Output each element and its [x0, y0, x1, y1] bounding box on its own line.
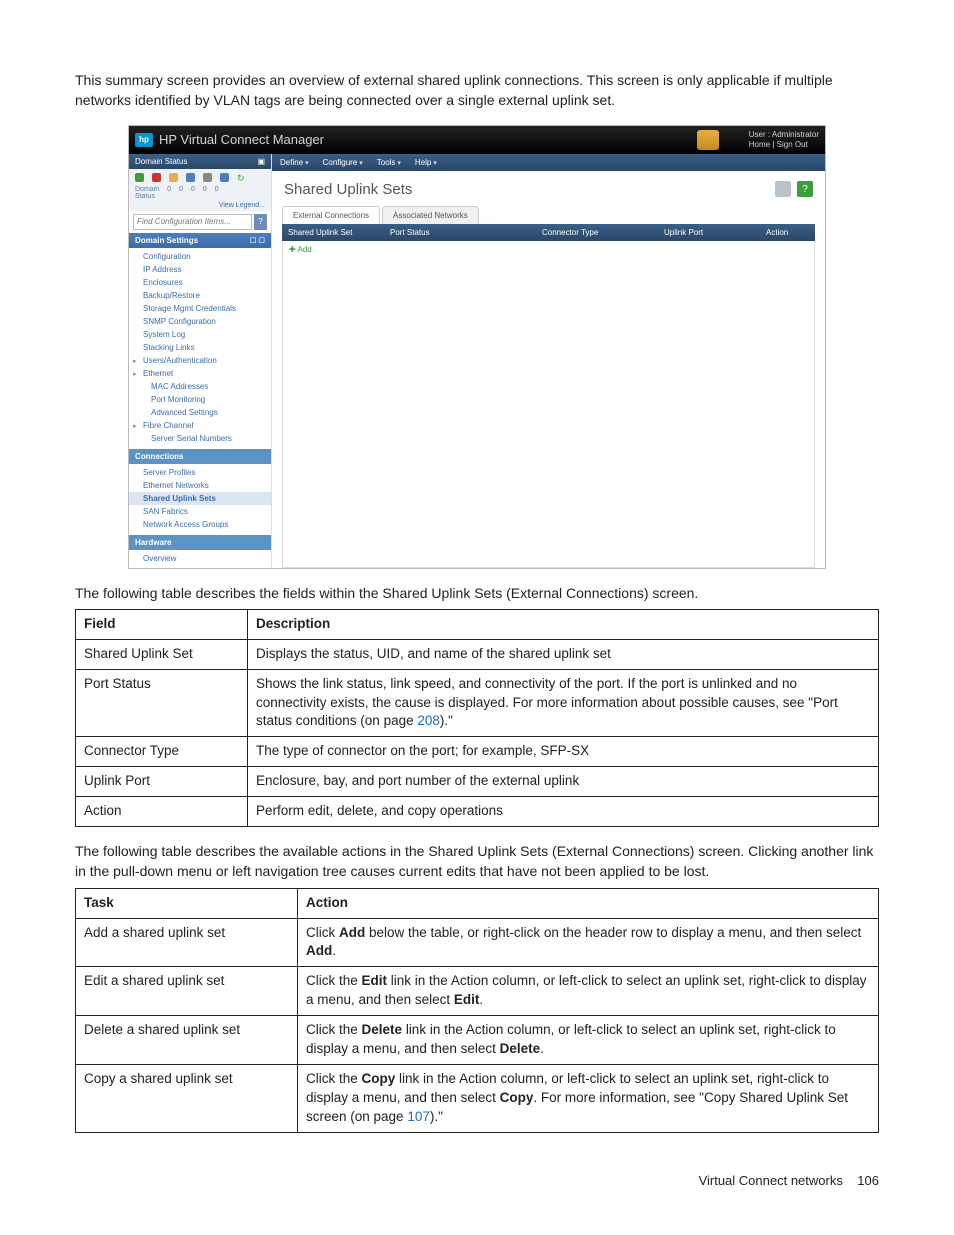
section-controls-icon[interactable]: ▢ ▢ — [250, 236, 265, 244]
footer-section: Virtual Connect networks — [699, 1173, 843, 1188]
home-icon[interactable] — [697, 130, 719, 150]
refresh-icon[interactable]: ↻ — [237, 173, 245, 184]
status-other-icon — [220, 173, 229, 182]
page-link[interactable]: 208 — [417, 713, 440, 728]
grid-header: Shared Uplink Set Port Status Connector … — [282, 224, 815, 241]
status-ok-icon — [135, 173, 144, 182]
menubar: Define Configure Tools Help — [272, 154, 825, 171]
sidebar-item[interactable]: Backup/Restore — [129, 289, 271, 302]
search-go-button[interactable]: ? — [254, 214, 267, 230]
fields-table: Field Description Shared Uplink SetDispl… — [75, 609, 879, 827]
user-line: User : Administrator — [749, 130, 819, 140]
page-title: Shared Uplink Sets — [284, 181, 412, 198]
sidebar-item[interactable]: Network Access Groups — [129, 518, 271, 531]
table-row: Delete a shared uplink setClick the Dele… — [76, 1016, 879, 1065]
print-icon[interactable] — [775, 181, 791, 197]
sidebar-item[interactable]: Users/Authentication — [129, 354, 271, 367]
home-link[interactable]: Home — [749, 140, 770, 149]
section-hardware[interactable]: Hardware — [129, 535, 271, 550]
sidebar-item[interactable]: Configuration — [129, 250, 271, 263]
sidebar: Domain Status ▣ ↻ Domain — [129, 154, 272, 568]
section-connections[interactable]: Connections — [129, 449, 271, 464]
domain-status-header: Domain Status ▣ — [129, 154, 271, 169]
user-info: User : Administrator Home | Sign Out — [749, 130, 819, 149]
hp-logo-icon: hp — [135, 133, 153, 147]
sidebar-item[interactable]: Server Profiles — [129, 466, 271, 479]
app-screenshot: hp HP Virtual Connect Manager User : Adm… — [128, 125, 826, 569]
domain-label: Domain — [135, 186, 159, 193]
tab[interactable]: External Connections — [282, 206, 380, 224]
sidebar-item[interactable]: Enclosures — [129, 276, 271, 289]
intro-paragraph: This summary screen provides an overview… — [75, 70, 879, 111]
table-row: Copy a shared uplink setClick the Copy l… — [76, 1064, 879, 1132]
sidebar-item[interactable]: Storage Mgmt Credentials — [129, 302, 271, 315]
main-panel: Define Configure Tools Help Shared Uplink S… — [272, 154, 825, 568]
status-warning-icon — [169, 173, 178, 182]
status-unknown-icon — [203, 173, 212, 182]
table-row: Port StatusShows the link status, link s… — [76, 669, 879, 737]
sidebar-item[interactable]: Server Serial Numbers — [129, 432, 271, 445]
page-footer: Virtual Connect networks 106 — [75, 1173, 879, 1188]
sidebar-item[interactable]: Port Monitoring — [129, 393, 271, 406]
table-row: Connector TypeThe type of connector on t… — [76, 737, 879, 767]
tab[interactable]: Associated Networks — [382, 206, 479, 224]
tabs: External ConnectionsAssociated Networks — [272, 206, 825, 224]
col-uplink-port[interactable]: Uplink Port — [658, 228, 760, 237]
col-shared-uplink-set[interactable]: Shared Uplink Set — [282, 228, 384, 237]
sidebar-item[interactable]: Ethernet — [129, 367, 271, 380]
sidebar-item[interactable]: Ethernet Networks — [129, 479, 271, 492]
collapse-icon[interactable]: ▣ — [257, 157, 265, 166]
table-row: Shared Uplink SetDisplays the status, UI… — [76, 639, 879, 669]
status-sub: Status — [135, 193, 265, 200]
app-topbar: hp HP Virtual Connect Manager User : Adm… — [129, 126, 825, 154]
app-title: HP Virtual Connect Manager — [159, 132, 697, 147]
sidebar-item[interactable]: Advanced Settings — [129, 406, 271, 419]
menu-item[interactable]: Configure — [323, 158, 363, 167]
col-connector-type[interactable]: Connector Type — [536, 228, 658, 237]
col-action[interactable]: Action — [760, 228, 815, 237]
sidebar-item[interactable]: Stacking Links — [129, 341, 271, 354]
fields-th-description: Description — [248, 609, 879, 639]
actions-table-intro: The following table describes the availa… — [75, 841, 879, 882]
table-row: Edit a shared uplink setClick the Edit l… — [76, 967, 879, 1016]
actions-table: Task Action Add a shared uplink setClick… — [75, 888, 879, 1133]
sidebar-item[interactable]: IP Address — [129, 263, 271, 276]
view-legend-link[interactable]: View Legend... — [135, 202, 265, 209]
fields-table-intro: The following table describes the fields… — [75, 583, 879, 603]
search-input[interactable] — [133, 214, 252, 230]
footer-page-number: 106 — [857, 1173, 879, 1188]
table-row: Add a shared uplink setClick Add below t… — [76, 918, 879, 967]
sidebar-item[interactable]: SNMP Configuration — [129, 315, 271, 328]
menu-item[interactable]: Tools — [377, 158, 401, 167]
table-row: ActionPerform edit, delete, and copy ope… — [76, 797, 879, 827]
page-link[interactable]: 107 — [407, 1109, 430, 1124]
help-icon[interactable]: ? — [797, 181, 813, 197]
menu-item[interactable]: Define — [280, 158, 309, 167]
actions-th-task: Task — [76, 888, 298, 918]
sign-out-link[interactable]: Sign Out — [777, 140, 808, 149]
menu-item[interactable]: Help — [415, 158, 437, 167]
sidebar-item[interactable]: Fibre Channel — [129, 419, 271, 432]
sidebar-item[interactable]: System Log — [129, 328, 271, 341]
actions-th-action: Action — [298, 888, 879, 918]
status-critical-icon — [152, 173, 161, 182]
sidebar-item[interactable]: Enclosures — [129, 565, 271, 569]
add-button[interactable]: Add — [283, 241, 814, 258]
sidebar-item[interactable]: Overview — [129, 552, 271, 565]
sidebar-item[interactable]: MAC Addresses — [129, 380, 271, 393]
grid-body: Add — [282, 241, 815, 568]
section-domain-settings[interactable]: Domain Settings ▢ ▢ — [129, 233, 271, 248]
domain-status-panel: ↻ Domain 00000 Status View Legend... — [129, 169, 271, 211]
sidebar-item[interactable]: SAN Fabrics — [129, 505, 271, 518]
sidebar-item[interactable]: Shared Uplink Sets — [129, 492, 271, 505]
status-info-icon — [186, 173, 195, 182]
table-row: Uplink PortEnclosure, bay, and port numb… — [76, 767, 879, 797]
fields-th-field: Field — [76, 609, 248, 639]
col-port-status[interactable]: Port Status — [384, 228, 536, 237]
